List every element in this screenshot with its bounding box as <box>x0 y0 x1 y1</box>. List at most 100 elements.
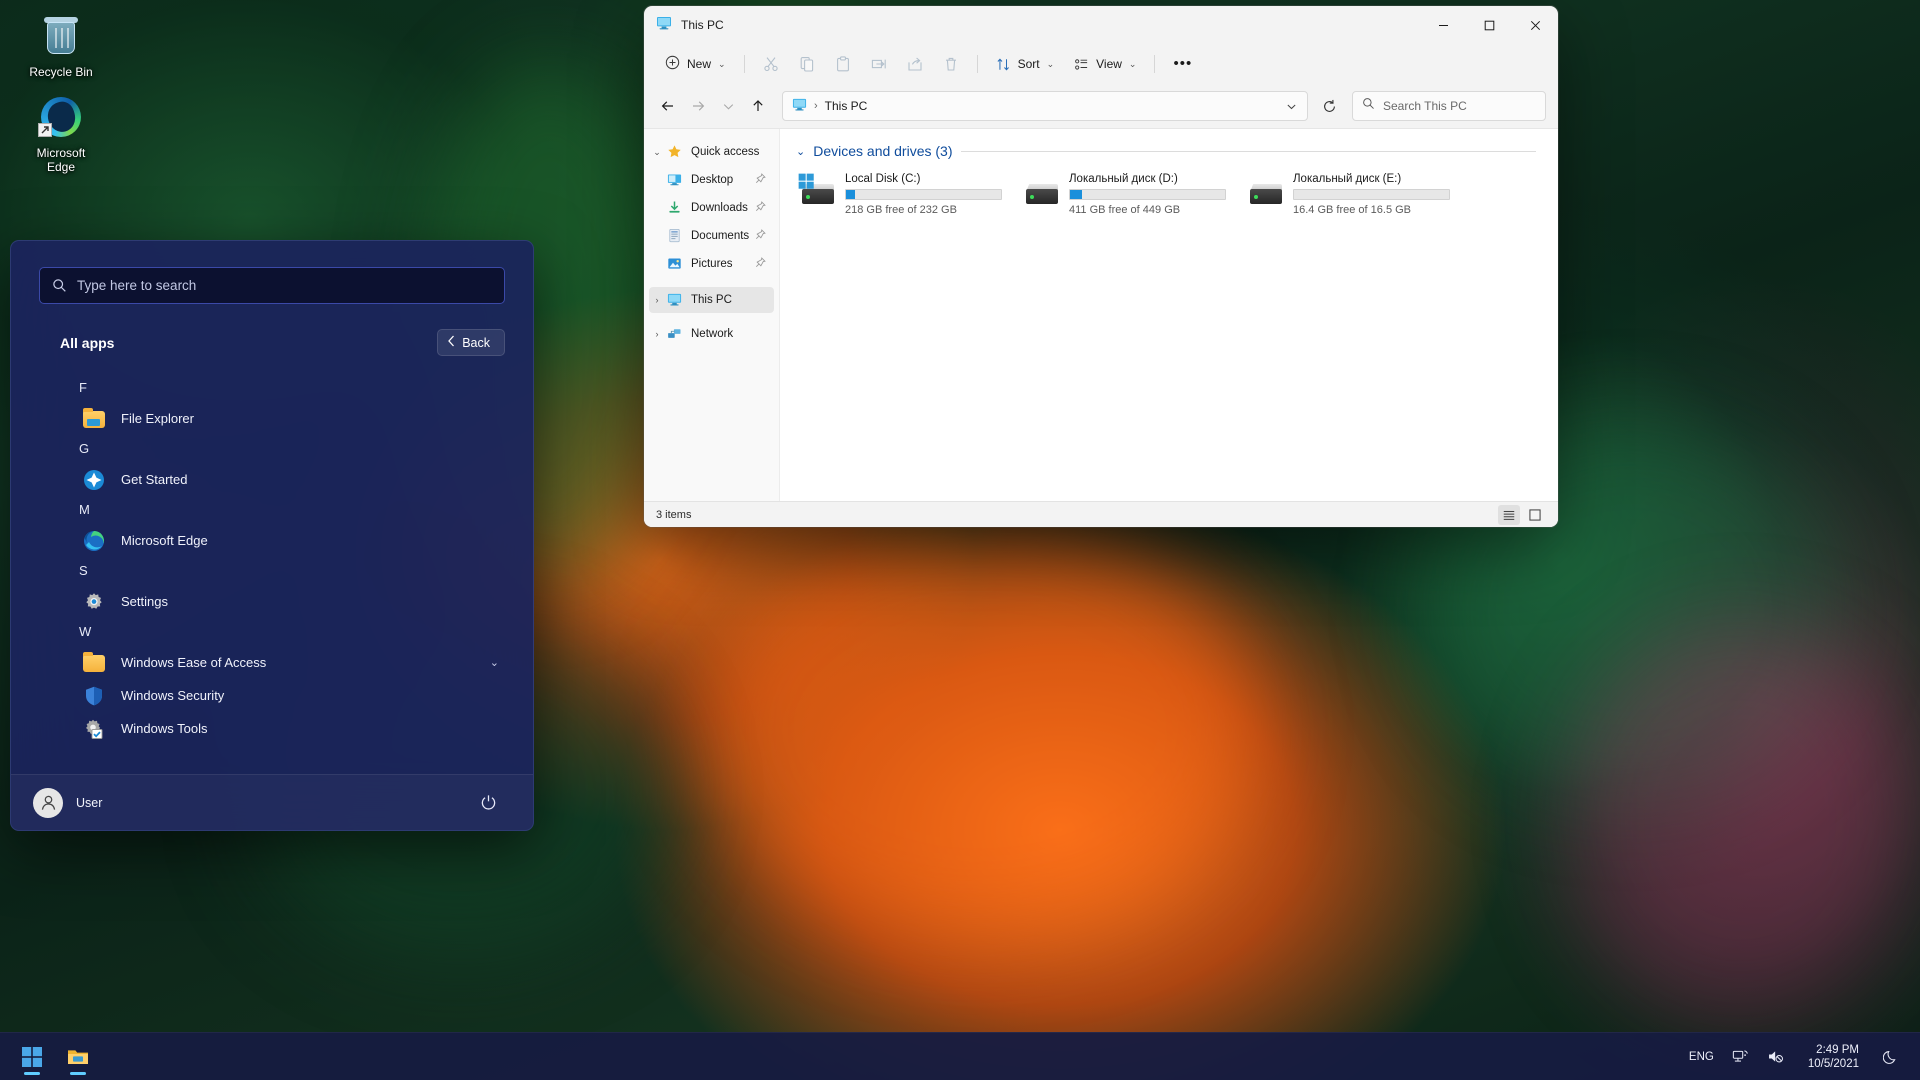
large-icons-view-button[interactable] <box>1524 505 1546 525</box>
new-button[interactable]: New ⌄ <box>656 49 735 79</box>
details-view-button[interactable] <box>1498 505 1520 525</box>
chevron-right-icon[interactable]: › <box>649 329 665 339</box>
close-button[interactable] <box>1512 6 1558 44</box>
chevron-down-icon[interactable]: ⌄ <box>649 147 665 158</box>
chevron-down-icon[interactable]: ⌄ <box>490 656 499 669</box>
nav-item-label: Network <box>691 328 766 340</box>
chevron-right-icon[interactable]: › <box>649 295 665 305</box>
clock-button[interactable]: 2:49 PM 10/5/2021 <box>1795 1040 1872 1074</box>
all-apps-list: F File Explorer G Get Started M <box>11 360 533 774</box>
drive-capacity-bar <box>1069 189 1226 200</box>
start-search-container <box>11 241 533 304</box>
search-icon <box>1362 97 1375 115</box>
sort-button[interactable]: Sort ⌄ <box>987 49 1064 79</box>
app-group-letter: F <box>11 374 533 402</box>
power-button[interactable] <box>471 786 505 820</box>
group-title: Devices and drives (3) <box>813 143 952 159</box>
app-item-windows-tools[interactable]: Windows Tools <box>21 712 523 745</box>
see-more-button[interactable]: ••• <box>1164 49 1201 79</box>
taskbar-file-explorer-button[interactable] <box>58 1037 98 1077</box>
drive-name: Локальный диск (D:) <box>1069 173 1226 185</box>
taskbar-buttons <box>0 1037 98 1077</box>
forward-nav-button[interactable] <box>684 92 712 120</box>
up-nav-button[interactable] <box>744 92 772 120</box>
paste-button[interactable] <box>826 49 860 79</box>
volume-tray-button[interactable] <box>1760 1040 1791 1074</box>
desktop-icon-microsoft-edge[interactable]: Microsoft Edge <box>6 93 116 174</box>
start-menu-footer: User <box>11 774 533 830</box>
nav-item-desktop[interactable]: Desktop <box>649 167 774 193</box>
app-group-letter: M <box>11 496 533 524</box>
pin-icon[interactable] <box>755 229 766 243</box>
minimize-button[interactable] <box>1420 6 1466 44</box>
language-indicator[interactable]: ENG <box>1682 1040 1721 1074</box>
arrow-left-icon <box>660 98 676 114</box>
copy-button[interactable] <box>790 49 824 79</box>
pin-icon[interactable] <box>755 173 766 187</box>
navigation-pane: ⌄ Quick access Des <box>644 129 780 501</box>
large-icons-view-icon <box>1528 508 1542 522</box>
nav-item-network[interactable]: › Network <box>649 321 774 347</box>
back-nav-button[interactable] <box>654 92 682 120</box>
explorer-search-input[interactable] <box>1383 99 1538 113</box>
user-account-button[interactable]: User <box>33 788 102 818</box>
pin-icon[interactable] <box>755 257 766 271</box>
this-pc-icon <box>667 292 683 308</box>
nav-item-documents[interactable]: Documents <box>649 223 774 249</box>
clock-time: 2:49 PM <box>1808 1043 1859 1057</box>
desktop-icon <box>667 172 683 188</box>
nav-item-pictures[interactable]: Pictures <box>649 251 774 277</box>
breadcrumb[interactable]: › This PC <box>792 97 1272 115</box>
content-pane: ⌄ Devices and drives (3) <box>780 129 1558 501</box>
wallpaper-blob <box>1560 620 1920 1020</box>
refresh-button[interactable] <box>1314 91 1344 121</box>
breadcrumb-current[interactable]: This PC <box>825 99 868 113</box>
nav-item-quick-access[interactable]: ⌄ Quick access <box>649 139 774 165</box>
file-explorer-window: This PC <box>644 6 1558 527</box>
app-item-microsoft-edge[interactable]: Microsoft Edge <box>21 524 523 557</box>
rename-button[interactable] <box>862 49 896 79</box>
app-item-file-explorer[interactable]: File Explorer <box>21 402 523 435</box>
drive-capacity-fill <box>846 190 855 199</box>
maximize-button[interactable] <box>1466 6 1512 44</box>
share-button[interactable] <box>898 49 932 79</box>
clock: 2:49 PM 10/5/2021 <box>1802 1043 1865 1071</box>
hard-drive-windows-icon <box>800 177 836 209</box>
shortcut-arrow-icon <box>38 123 52 137</box>
drive-item-local-disk-e[interactable]: Локальный диск (E:) 16.4 GB free of 16.5… <box>1244 169 1454 220</box>
app-item-get-started[interactable]: Get Started <box>21 463 523 496</box>
pin-icon[interactable] <box>755 201 766 215</box>
drive-meta: Локальный диск (E:) 16.4 GB free of 16.5… <box>1293 173 1450 216</box>
delete-button[interactable] <box>934 49 968 79</box>
paste-icon <box>835 56 851 72</box>
explorer-search-box[interactable] <box>1352 91 1546 121</box>
drive-item-local-disk-c[interactable]: Local Disk (C:) 218 GB free of 232 GB <box>796 169 1006 220</box>
user-name-label: User <box>76 796 102 810</box>
clock-date: 10/5/2021 <box>1808 1057 1859 1071</box>
app-item-windows-ease-of-access[interactable]: Windows Ease of Access ⌄ <box>21 646 523 679</box>
address-dropdown-button[interactable] <box>1279 94 1303 118</box>
group-header-devices-and-drives[interactable]: ⌄ Devices and drives (3) <box>796 143 1558 159</box>
app-item-windows-security[interactable]: Windows Security <box>21 679 523 712</box>
chevron-down-icon[interactable]: ⌄ <box>796 145 805 158</box>
app-item-settings[interactable]: Settings <box>21 585 523 618</box>
address-bar: › This PC <box>644 84 1558 128</box>
back-button[interactable]: Back <box>437 329 505 356</box>
notification-center-button[interactable] <box>1876 1040 1906 1074</box>
drive-item-local-disk-d[interactable]: Локальный диск (D:) 411 GB free of 449 G… <box>1020 169 1230 220</box>
start-search-input[interactable] <box>77 278 492 293</box>
desktop-icon-recycle-bin[interactable]: Recycle Bin <box>6 12 116 79</box>
new-button-label: New <box>687 57 711 71</box>
start-search-box[interactable] <box>39 267 505 304</box>
nav-item-downloads[interactable]: Downloads <box>649 195 774 221</box>
volume-muted-icon <box>1767 1048 1784 1065</box>
recent-locations-button[interactable] <box>714 92 742 120</box>
breadcrumb-bar[interactable]: › This PC <box>782 91 1308 121</box>
start-button[interactable] <box>12 1037 52 1077</box>
chevron-down-icon <box>1286 101 1297 112</box>
cut-button[interactable] <box>754 49 788 79</box>
view-button[interactable]: View ⌄ <box>1065 49 1145 79</box>
network-tray-button[interactable] <box>1725 1040 1756 1074</box>
nav-item-label: Quick access <box>691 146 766 158</box>
nav-item-this-pc[interactable]: › This PC <box>649 287 774 313</box>
